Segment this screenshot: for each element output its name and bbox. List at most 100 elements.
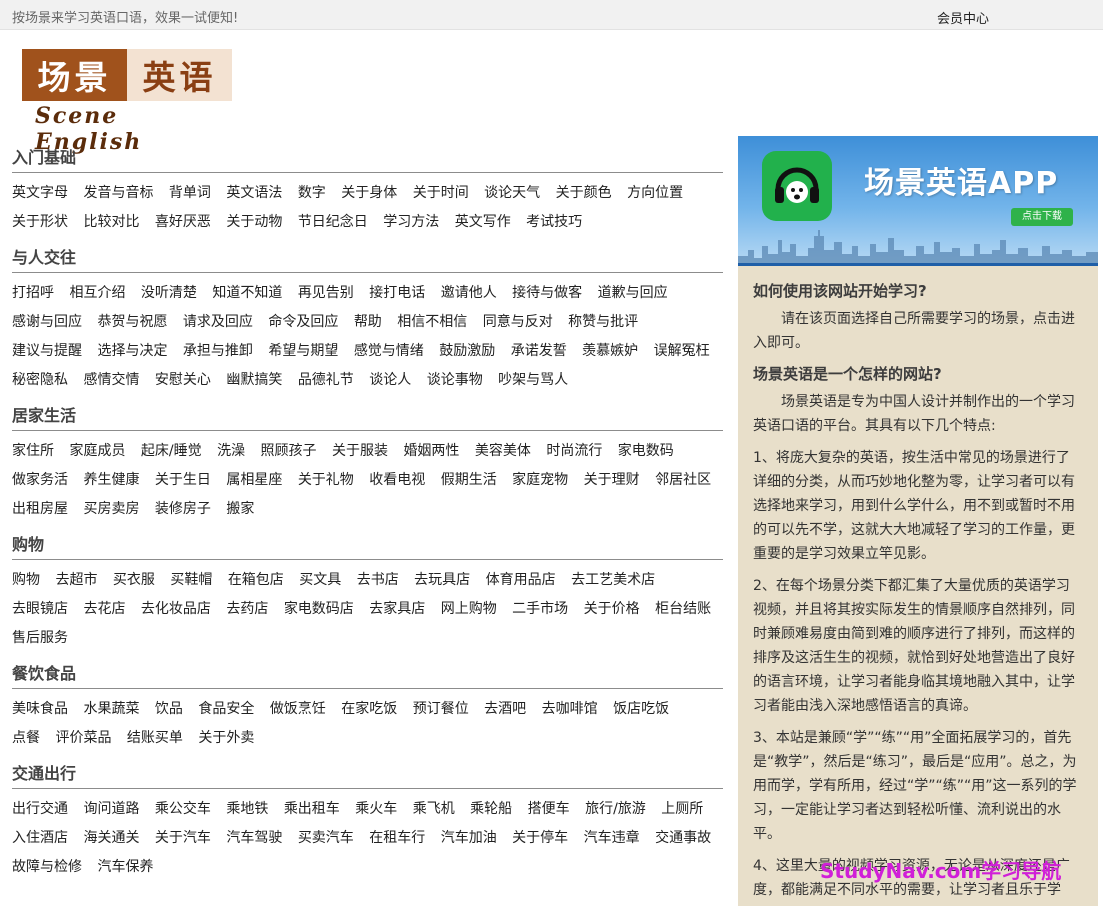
topic-link[interactable]: 售后服务 [12,630,68,646]
topic-link[interactable]: 照顾孩子 [261,443,317,459]
topic-link[interactable]: 买文具 [299,572,341,588]
topic-link[interactable]: 去书店 [357,572,399,588]
topic-link[interactable]: 假期生活 [441,472,497,488]
topic-link[interactable]: 英文语法 [226,185,282,201]
topic-link[interactable]: 吵架与骂人 [498,372,568,388]
topic-link[interactable]: 洗澡 [217,443,245,459]
topic-link[interactable]: 在家吃饭 [341,701,397,717]
topic-link[interactable]: 去家具店 [369,601,425,617]
topic-link[interactable]: 承诺发誓 [511,343,567,359]
topic-link[interactable]: 时尚流行 [546,443,602,459]
topic-link[interactable]: 属相星座 [226,472,282,488]
topic-link[interactable]: 去玩具店 [414,572,470,588]
topic-link[interactable]: 关于服装 [332,443,388,459]
topic-link[interactable]: 海关通关 [83,830,139,846]
topic-link[interactable]: 出租房屋 [12,501,68,517]
app-banner[interactable]: 场景英语APP 点击下载 [738,136,1098,266]
topic-link[interactable]: 做饭烹饪 [270,701,326,717]
topic-link[interactable]: 考试技巧 [526,214,582,230]
topic-link[interactable]: 故障与检修 [12,859,82,875]
topic-link[interactable]: 接打电话 [369,285,425,301]
topic-link[interactable]: 网上购物 [441,601,497,617]
topic-link[interactable]: 关于生日 [155,472,211,488]
topic-link[interactable]: 关于礼物 [298,472,354,488]
topic-link[interactable]: 发音与音标 [83,185,153,201]
topic-link[interactable]: 关于颜色 [556,185,612,201]
topic-link[interactable]: 感觉与情绪 [354,343,424,359]
topic-link[interactable]: 养生健康 [83,472,139,488]
topic-link[interactable]: 汽车驾驶 [226,830,282,846]
topic-link[interactable]: 在租车行 [369,830,425,846]
topic-link[interactable]: 二手市场 [512,601,568,617]
topic-link[interactable]: 买衣服 [113,572,155,588]
topic-link[interactable]: 关于外卖 [198,730,254,746]
topic-link[interactable]: 乘火车 [355,801,397,817]
topic-link[interactable]: 关于理财 [584,472,640,488]
topic-link[interactable]: 英文字母 [12,185,68,201]
topic-link[interactable]: 食品安全 [198,701,254,717]
topic-link[interactable]: 家电数码店 [284,601,354,617]
topic-link[interactable]: 关于时间 [413,185,469,201]
topic-link[interactable]: 学习方法 [383,214,439,230]
topic-link[interactable]: 购物 [12,572,40,588]
topic-link[interactable]: 起床/睡觉 [141,443,202,459]
topic-link[interactable]: 背单词 [169,185,211,201]
topic-link[interactable]: 误解冤枉 [654,343,710,359]
topic-link[interactable]: 去咖啡馆 [542,701,598,717]
topic-link[interactable]: 出行交通 [12,801,68,817]
topic-link[interactable]: 旅行/旅游 [585,801,646,817]
topic-link[interactable]: 交通事故 [655,830,711,846]
topic-link[interactable]: 安慰关心 [155,372,211,388]
topic-link[interactable]: 汽车保养 [97,859,153,875]
topic-link[interactable]: 体育用品店 [486,572,556,588]
topic-link[interactable]: 再见告别 [298,285,354,301]
topic-link[interactable]: 家庭成员 [69,443,125,459]
topic-link[interactable]: 道歉与回应 [598,285,668,301]
topic-link[interactable]: 乘轮船 [470,801,512,817]
topic-link[interactable]: 命令及回应 [268,314,338,330]
topic-link[interactable]: 请求及回应 [183,314,253,330]
topic-link[interactable]: 家庭宠物 [512,472,568,488]
topic-link[interactable]: 做家务活 [12,472,68,488]
topic-link[interactable]: 比较对比 [83,214,139,230]
topic-link[interactable]: 去工艺美术店 [571,572,655,588]
member-center-link[interactable]: 会员中心 [937,8,989,27]
topic-link[interactable]: 家住所 [12,443,54,459]
topic-link[interactable]: 关于汽车 [155,830,211,846]
topic-link[interactable]: 询问道路 [83,801,139,817]
topic-link[interactable]: 点餐 [12,730,40,746]
topic-link[interactable]: 接待与做客 [512,285,582,301]
topic-link[interactable]: 关于停车 [512,830,568,846]
topic-link[interactable]: 买卖汽车 [298,830,354,846]
topic-link[interactable]: 关于动物 [226,214,282,230]
topic-link[interactable]: 结账买单 [127,730,183,746]
topic-link[interactable]: 邻居社区 [655,472,711,488]
topic-link[interactable]: 去超市 [55,572,97,588]
topic-link[interactable]: 汽车违章 [584,830,640,846]
site-logo[interactable]: 场景 英语 Scene English [22,49,234,155]
download-button[interactable]: 点击下载 [1011,208,1073,226]
topic-link[interactable]: 秘密隐私 [12,372,68,388]
topic-link[interactable]: 水果蔬菜 [83,701,139,717]
topic-link[interactable]: 承担与推卸 [183,343,253,359]
topic-link[interactable]: 家电数码 [618,443,674,459]
topic-link[interactable]: 乘出租车 [284,801,340,817]
topic-link[interactable]: 乘飞机 [413,801,455,817]
topic-link[interactable]: 买房卖房 [83,501,139,517]
topic-link[interactable]: 去眼镜店 [12,601,68,617]
topic-link[interactable]: 帮助 [354,314,382,330]
topic-link[interactable]: 建议与提醒 [12,343,82,359]
topic-link[interactable]: 鼓励激励 [439,343,495,359]
topic-link[interactable]: 乘地铁 [226,801,268,817]
topic-link[interactable]: 上厕所 [661,801,703,817]
topic-link[interactable]: 汽车加油 [441,830,497,846]
topic-link[interactable]: 去化妆品店 [141,601,211,617]
topic-link[interactable]: 预订餐位 [413,701,469,717]
topic-link[interactable]: 没听清楚 [141,285,197,301]
topic-link[interactable]: 打招呼 [12,285,54,301]
topic-link[interactable]: 收看电视 [369,472,425,488]
topic-link[interactable]: 去酒吧 [484,701,526,717]
topic-link[interactable]: 节日纪念日 [298,214,368,230]
topic-link[interactable]: 感谢与回应 [12,314,82,330]
topic-link[interactable]: 品德礼节 [298,372,354,388]
